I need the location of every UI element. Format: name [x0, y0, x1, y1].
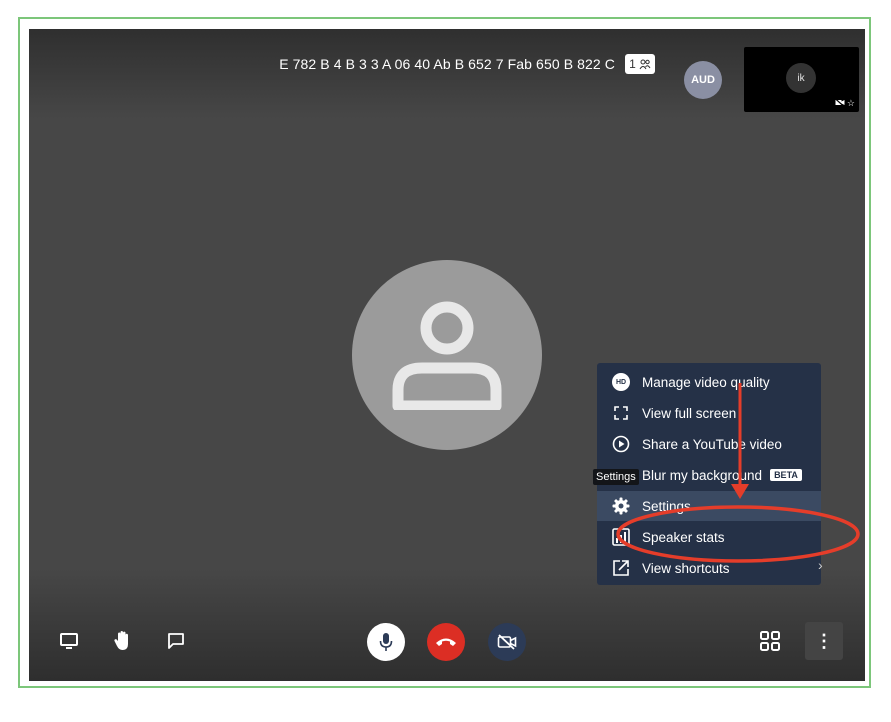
- menu-item-view-shortcuts[interactable]: View shortcuts: [597, 553, 821, 583]
- hd-icon: HD: [611, 372, 631, 392]
- settings-tooltip: Settings: [593, 469, 639, 485]
- chat-icon: [168, 633, 184, 649]
- menu-item-speaker-stats[interactable]: Speaker stats: [597, 522, 821, 552]
- hd-badge: HD: [612, 373, 630, 391]
- menu-item-label: View full screen: [642, 405, 737, 421]
- camera-off-icon: [834, 98, 845, 109]
- hangup-icon: [436, 638, 456, 646]
- user-placeholder-icon: [392, 301, 502, 410]
- star-icon: ☆: [846, 98, 855, 108]
- microphone-icon: [379, 633, 393, 651]
- screen-share-icon: [60, 633, 78, 649]
- more-options-button[interactable]: ⋮: [805, 622, 843, 660]
- menu-item-label: Speaker stats: [642, 529, 725, 545]
- gear-icon: [611, 496, 631, 516]
- camera-off-icon: [497, 634, 517, 650]
- external-link-icon: [611, 558, 631, 578]
- chevron-right-icon: ›: [818, 557, 823, 573]
- tile-view-icon: [760, 631, 780, 651]
- menu-item-label: Settings: [642, 498, 691, 514]
- menu-item-label: Manage video quality: [642, 374, 770, 390]
- beta-badge: BETA: [770, 469, 802, 481]
- camera-button[interactable]: [488, 623, 526, 661]
- raise-hand-button[interactable]: [109, 627, 137, 655]
- menu-item-settings[interactable]: Settings: [597, 491, 821, 521]
- thumb-status-icons: ☆: [834, 98, 855, 109]
- screen-share-button[interactable]: [55, 627, 83, 655]
- menu-item-manage-video-quality[interactable]: HD Manage video quality: [597, 367, 821, 397]
- fullscreen-icon: [611, 403, 631, 423]
- menu-item-label: View shortcuts: [642, 560, 730, 576]
- menu-item-label: Blur my background: [642, 467, 763, 483]
- chat-button[interactable]: [162, 627, 190, 655]
- menu-item-share-youtube[interactable]: Share a YouTube video: [597, 429, 821, 459]
- remote-avatar: ik: [786, 63, 816, 93]
- menu-item-view-full-screen[interactable]: View full screen: [597, 398, 821, 428]
- main-participant-avatar: [352, 260, 542, 450]
- participant-count-badge[interactable]: 1: [625, 54, 655, 74]
- more-options-icon: ⋮: [815, 630, 833, 651]
- tile-view-button[interactable]: [755, 626, 785, 656]
- local-user-avatar[interactable]: AUD: [684, 61, 722, 99]
- bar-chart-icon: [611, 527, 631, 547]
- menu-item-label: Share a YouTube video: [642, 436, 782, 452]
- people-icon: [639, 59, 651, 70]
- raise-hand-icon: [114, 631, 128, 650]
- hangup-button[interactable]: [427, 623, 465, 661]
- play-circle-icon: [611, 434, 631, 454]
- remote-video-thumbnail[interactable]: ik ☆: [744, 47, 859, 112]
- participant-count: 1: [629, 57, 636, 71]
- room-name: E 782 B 4 B 3 3 A 06 40 Ab B 652 7 Fab 6…: [279, 56, 615, 72]
- microphone-button[interactable]: [367, 623, 405, 661]
